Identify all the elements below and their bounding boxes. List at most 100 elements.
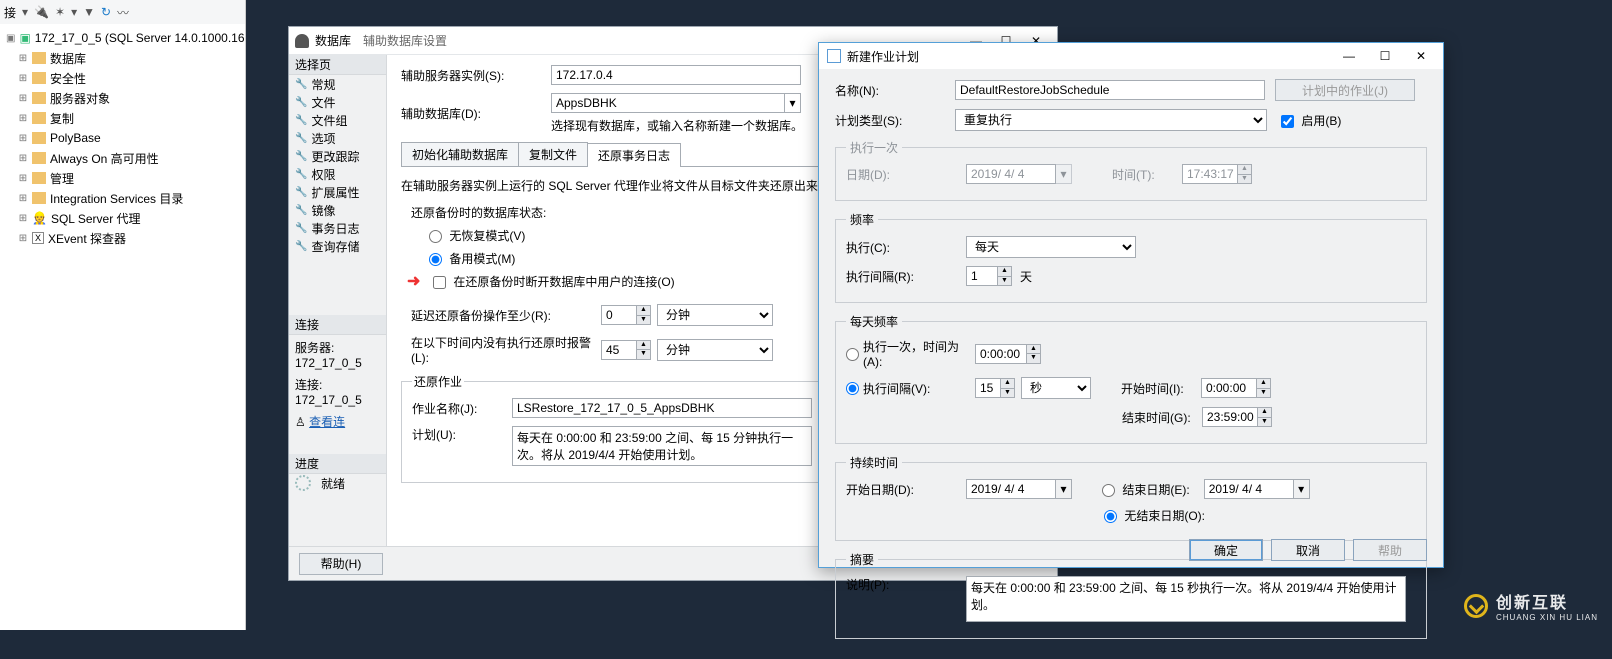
- tab-init[interactable]: 初始化辅助数据库: [401, 142, 519, 166]
- watermark-logo-icon: [1464, 594, 1488, 618]
- spinner-buttons[interactable]: ▲▼: [636, 341, 650, 359]
- expand-icon[interactable]: ⊞: [18, 93, 28, 104]
- start-time-label: 开始时间(I):: [1121, 380, 1201, 397]
- side-item[interactable]: 文件: [311, 94, 335, 111]
- side-item[interactable]: 选项: [311, 130, 335, 147]
- help-button[interactable]: 帮助: [1353, 539, 1427, 561]
- chevron-down-icon[interactable]: ▾: [1056, 479, 1072, 499]
- tree-item[interactable]: 数据库: [50, 50, 86, 67]
- expand-icon[interactable]: ⊞: [18, 133, 28, 144]
- explorer-toolbar: 接 ▾ 🔌 ✶ ▾ ▼ ↻ 〰: [0, 0, 245, 24]
- object-explorer-tree[interactable]: ▣▣172_17_0_5 (SQL Server 14.0.1000.169 ⊞…: [0, 28, 244, 248]
- dialog-titlebar[interactable]: 新建作业计划 — ☐ ✕: [819, 43, 1443, 69]
- spinner-buttons[interactable]: ▲▼: [1000, 379, 1014, 397]
- daily-interval-unit-select[interactable]: 秒: [1021, 377, 1091, 399]
- activity-icon[interactable]: 〰: [117, 4, 129, 21]
- delay-unit-select[interactable]: 分钟: [657, 304, 773, 326]
- alert-unit-select[interactable]: 分钟: [657, 339, 773, 361]
- maximize-icon[interactable]: ☐: [1367, 45, 1403, 67]
- server-value: 172_17_0_5: [295, 356, 380, 370]
- radio-standby[interactable]: 备用模式(M): [429, 250, 515, 267]
- folder-icon: [32, 112, 46, 124]
- spinner-buttons[interactable]: ▲▼: [997, 267, 1011, 285]
- wrench-icon: 🔧: [295, 151, 307, 162]
- chevron-down-icon[interactable]: ▾: [785, 93, 801, 113]
- side-item[interactable]: 扩展属性: [311, 184, 359, 201]
- checkbox-disconnect-users[interactable]: 在还原备份时断开数据库中用户的连接(O): [433, 275, 675, 289]
- tab-copy[interactable]: 复制文件: [518, 142, 588, 166]
- secondary-server-input[interactable]: [551, 65, 801, 85]
- new-job-schedule-dialog: 新建作业计划 — ☐ ✕ 名称(N): 计划中的作业(J) 计划类型(S): 重…: [818, 42, 1444, 568]
- chevron-down-icon[interactable]: ▾: [1294, 479, 1310, 499]
- secondary-db-input[interactable]: [551, 93, 785, 113]
- tree-item[interactable]: 安全性: [50, 70, 86, 87]
- spinner-buttons[interactable]: ▲▼: [636, 306, 650, 324]
- jobs-in-plan-button[interactable]: 计划中的作业(J): [1275, 79, 1415, 101]
- unplug-icon[interactable]: ✶: [55, 5, 65, 19]
- recur-label: 执行间隔(R):: [846, 268, 966, 285]
- delay-label: 延迟还原备份操作至少(R):: [411, 307, 601, 324]
- server-node[interactable]: 172_17_0_5 (SQL Server 14.0.1000.169: [35, 31, 244, 45]
- plan-textarea[interactable]: 每天在 0:00:00 和 23:59:00 之间、每 15 分钟执行一次。将从…: [512, 426, 812, 466]
- folder-icon: [32, 132, 46, 144]
- side-item[interactable]: 事务日志: [311, 220, 359, 237]
- filter-icon[interactable]: ▼: [83, 5, 95, 19]
- expand-icon[interactable]: ⊞: [18, 193, 28, 204]
- radio-end-date[interactable]: 结束日期(E):: [1102, 481, 1190, 498]
- tree-item[interactable]: Integration Services 目录: [50, 190, 183, 207]
- spinner-buttons[interactable]: ▲▼: [1256, 379, 1270, 397]
- collapse-icon[interactable]: ▣: [6, 33, 15, 44]
- tree-item[interactable]: 管理: [50, 170, 74, 187]
- tree-item[interactable]: Always On 高可用性: [50, 150, 159, 167]
- once-time-label: 时间(T):: [1112, 166, 1182, 183]
- tree-xevent[interactable]: XEvent 探查器: [48, 230, 126, 247]
- view-connection-link[interactable]: 查看连: [309, 415, 345, 429]
- tree-item[interactable]: 复制: [50, 110, 74, 127]
- side-item[interactable]: 更改跟踪: [311, 148, 359, 165]
- expand-icon[interactable]: ⊞: [18, 213, 28, 224]
- help-button[interactable]: 帮助(H): [299, 553, 383, 575]
- plug-icon[interactable]: 🔌: [34, 5, 49, 19]
- occurs-select[interactable]: 每天: [966, 236, 1136, 258]
- side-item[interactable]: 查询存储: [311, 238, 359, 255]
- side-item[interactable]: 文件组: [311, 112, 347, 129]
- tree-agent[interactable]: SQL Server 代理: [51, 210, 141, 227]
- schedule-name-input[interactable]: [955, 80, 1265, 100]
- radio-norecovery[interactable]: 无恢复模式(V): [429, 229, 525, 243]
- expand-icon[interactable]: ⊞: [18, 113, 28, 124]
- radio-daily-interval[interactable]: [846, 381, 863, 395]
- tree-item[interactable]: PolyBase: [50, 131, 101, 145]
- expand-icon[interactable]: ⊞: [18, 53, 28, 64]
- ok-button[interactable]: 确定: [1189, 539, 1263, 561]
- radio-daily-once[interactable]: [846, 346, 863, 360]
- minimize-icon[interactable]: —: [1331, 45, 1367, 67]
- close-icon[interactable]: ✕: [1403, 45, 1439, 67]
- cancel-button[interactable]: 取消: [1271, 539, 1345, 561]
- plan-label: 计划(U):: [412, 426, 512, 443]
- side-item[interactable]: 镜像: [311, 202, 335, 219]
- side-item[interactable]: 权限: [311, 166, 335, 183]
- tab-restore-log[interactable]: 还原事务日志: [587, 143, 681, 167]
- expand-icon[interactable]: ⊞: [18, 153, 28, 164]
- side-item[interactable]: 常规: [311, 76, 335, 93]
- start-date-input[interactable]: [966, 479, 1056, 499]
- expand-icon[interactable]: ⊞: [18, 233, 28, 244]
- restore-job-legend: 还原作业: [412, 373, 464, 390]
- end-date-input[interactable]: [1204, 479, 1294, 499]
- secondary-server-label: 辅助服务器实例(S):: [401, 67, 551, 84]
- expand-icon[interactable]: ⊞: [18, 73, 28, 84]
- wrench-icon: 🔧: [295, 223, 307, 234]
- expand-icon[interactable]: ⊞: [18, 173, 28, 184]
- refresh-icon[interactable]: ↻: [101, 5, 111, 19]
- tree-item[interactable]: 服务器对象: [50, 90, 110, 107]
- spinner-buttons[interactable]: ▲▼: [1257, 408, 1271, 426]
- wrench-icon: 🔧: [295, 133, 307, 144]
- job-name-input[interactable]: [512, 398, 812, 418]
- schedule-type-select[interactable]: 重复执行: [955, 109, 1267, 131]
- spinner-buttons[interactable]: ▲▼: [1026, 345, 1040, 363]
- description-textarea[interactable]: 每天在 0:00:00 和 23:59:00 之间、每 15 秒执行一次。将从 …: [966, 576, 1406, 622]
- duration-legend: 持续时间: [846, 454, 902, 471]
- enable-checkbox[interactable]: 启用(B): [1281, 112, 1341, 129]
- radio-no-end-date[interactable]: 无结束日期(O):: [1104, 507, 1205, 524]
- connect-label[interactable]: 接: [4, 4, 16, 21]
